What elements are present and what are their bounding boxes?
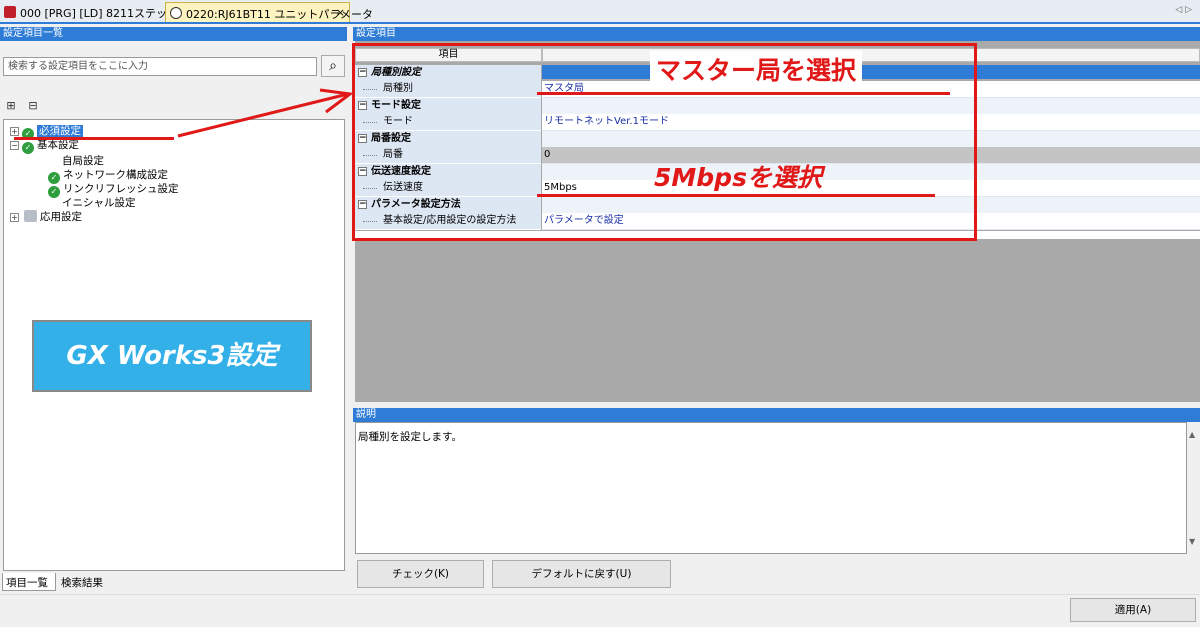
tab-scroll-arrows[interactable]: ◁ ▷	[1175, 5, 1192, 15]
tab-unit-parameter[interactable]: 0220:RJ61BT11 ユニットパラメータ ×	[165, 2, 373, 22]
expand-toggle-icon[interactable]: +	[10, 127, 19, 136]
description-text: 局種別を設定します。	[358, 431, 462, 443]
restore-default-button[interactable]: デフォルトに戻す(U)	[492, 560, 671, 588]
expand-all-icon[interactable]: ⊞	[4, 99, 18, 113]
tree-label-basic: 基本設定	[37, 139, 79, 151]
annotation-underline	[537, 194, 935, 197]
apply-button[interactable]: 適用(A)	[1070, 598, 1196, 622]
tab-program[interactable]: 000 [PRG] [LD] 8211ステップ	[0, 2, 178, 22]
tree-label-initial: イニシャル設定	[62, 197, 136, 209]
annotation-arrow	[177, 88, 354, 138]
settings-folder-icon	[24, 210, 37, 222]
description-scrollbar[interactable]: ▲ ▼	[1187, 422, 1200, 554]
editor-tab-bar: 000 [PRG] [LD] 8211ステップ 0220:RJ61BT11 ユニ…	[0, 0, 1200, 24]
collapse-toggle-icon[interactable]: −	[10, 141, 19, 150]
gx-works3-annotation: GX Works3設定	[32, 320, 312, 392]
collapse-all-icon[interactable]: ⊟	[26, 99, 40, 113]
tree-label-application: 応用設定	[40, 211, 82, 223]
check-circle-icon: ✓	[48, 186, 60, 198]
unit-parameter-icon	[170, 7, 182, 19]
expand-toggle-icon[interactable]: +	[10, 213, 19, 222]
annotation-underline	[14, 137, 174, 140]
description-box: 局種別を設定します。	[355, 422, 1187, 554]
check-circle-icon: ✓	[22, 142, 34, 154]
search-input[interactable]	[3, 57, 317, 76]
annotation-underline	[537, 92, 950, 95]
binoculars-icon[interactable]: ⌕	[321, 55, 345, 77]
tree-label-network: ネットワーク構成設定	[63, 169, 168, 181]
scroll-up-icon[interactable]: ▲	[1189, 430, 1195, 439]
dialog-footer	[0, 594, 1200, 627]
tree-node-network[interactable]: ✓ ネットワーク構成設定	[48, 168, 168, 184]
annotation-select-master: マスター局を選択	[650, 51, 863, 87]
check-button[interactable]: チェック(K)	[357, 560, 484, 588]
program-icon	[4, 6, 16, 18]
tree-node-initial[interactable]: イニシャル設定	[62, 196, 136, 210]
annotation-select-speed: 5Mbpsを選択	[654, 163, 822, 192]
tree-label-own-station: 自局設定	[62, 155, 104, 167]
description-title: 説明	[353, 408, 1200, 422]
left-panel-title: 設定項目一覧	[0, 27, 347, 41]
tree-node-own-station[interactable]: 自局設定	[62, 154, 104, 168]
right-panel-title: 設定項目	[353, 27, 1200, 41]
tree-node-refresh[interactable]: ✓ リンクリフレッシュ設定	[48, 182, 179, 198]
tab-program-label: 000 [PRG] [LD] 8211ステップ	[20, 7, 179, 20]
close-icon[interactable]: ×	[336, 6, 345, 19]
tree-label-required: 必須設定	[37, 125, 83, 137]
tree-label-refresh: リンクリフレッシュ設定	[63, 183, 179, 195]
scroll-down-icon[interactable]: ▼	[1189, 537, 1195, 546]
tab-search-results[interactable]: 検索結果	[58, 573, 118, 589]
tab-item-list[interactable]: 項目一覧	[2, 573, 56, 591]
